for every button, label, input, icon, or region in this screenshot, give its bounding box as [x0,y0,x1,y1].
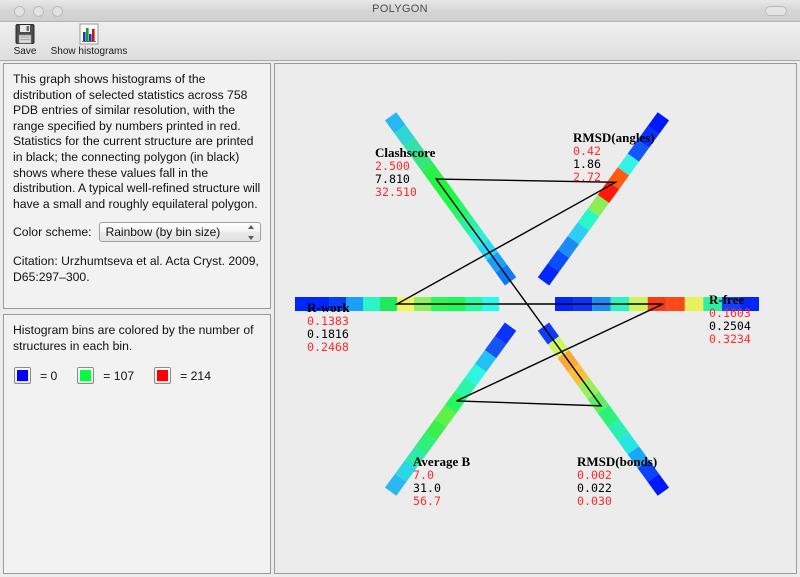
show-histograms-button[interactable]: Show histograms [44,23,134,57]
save-button[interactable]: Save [4,23,46,57]
save-button-label: Save [13,46,37,57]
axis-max-value: 0.2468 [307,340,349,355]
axis-name: R-free [709,292,745,307]
legend-item-min: = 0 [14,367,58,385]
info-description: This graph shows histograms of the distr… [13,72,261,211]
legend-panel: Histogram bins are colored by the number… [3,314,271,574]
structure-polygon-outline [394,178,664,407]
legend-swatch-row: = 0 = 107 = 214 [14,367,270,385]
axis-max-value: 2.72 [573,170,601,185]
polygon-plot-area[interactable]: Clashscore 2.500 7.810 32.510 RMSD(angles) 0.… [274,63,797,574]
legend-item-max: = 214 [154,367,211,385]
axis-max-value: 32.510 [375,185,417,200]
show-histograms-label: Show histograms [50,46,128,57]
toolbar-toggle-button[interactable] [765,6,787,16]
axis-max-value: 56.7 [413,494,441,509]
legend-value-mid: = 107 [103,368,135,383]
legend-value-max: = 214 [180,368,211,383]
axis-name: RMSD(angles) [573,130,655,145]
axis-label-average-b: Average B 7.0 31.0 56.7 [413,454,471,509]
legend-description: Histogram bins are colored by the number… [13,323,254,353]
axis-label-r-free: R-free 0.1603 0.2504 0.3234 [709,292,751,347]
window-titlebar: POLYGON [0,0,800,22]
main-toolbar: Save Show histograms [0,22,800,61]
color-swatch-red [154,367,172,385]
axis-name: RMSD(bonds) [577,454,658,469]
color-scheme-label: Color scheme: [13,225,92,240]
axis-name: Clashscore [375,145,436,160]
floppy-disk-icon [4,23,46,45]
stepper-arrows-icon[interactable] [245,225,257,241]
color-swatch-green [77,367,95,385]
polygon-app-window: POLYGON Save Show histograms This graph … [0,0,800,577]
axis-label-rmsd-bonds-: RMSD(bonds) 0.002 0.022 0.030 [577,454,658,509]
info-panel: This graph shows histograms of the distr… [3,63,271,309]
axis-max-value: 0.030 [577,494,612,509]
color-swatch-blue [14,367,31,385]
color-scheme-value: Rainbow (by bin size) [105,225,221,240]
axis-label-rmsd-angles-: RMSD(angles) 0.42 1.86 2.72 [573,130,655,185]
legend-item-mid: = 107 [77,367,135,385]
axis-name: Average B [413,454,471,469]
window-title: POLYGON [372,3,428,15]
axis-label-clashscore: Clashscore 2.500 7.810 32.510 [375,145,436,200]
color-scheme-row: Color scheme: Rainbow (by bin size) [13,222,261,243]
citation-text: Citation: Urzhumtseva et al. Acta Cryst.… [13,254,259,284]
legend-value-min: = 0 [40,368,58,383]
axis-name: R-work [307,300,350,315]
color-scheme-select[interactable]: Rainbow (by bin size) [98,222,261,243]
axis-max-value: 0.3234 [709,332,751,347]
bar-chart-icon [44,23,134,45]
axis-label-r-work: R-work 0.1383 0.1816 0.2468 [307,300,350,355]
